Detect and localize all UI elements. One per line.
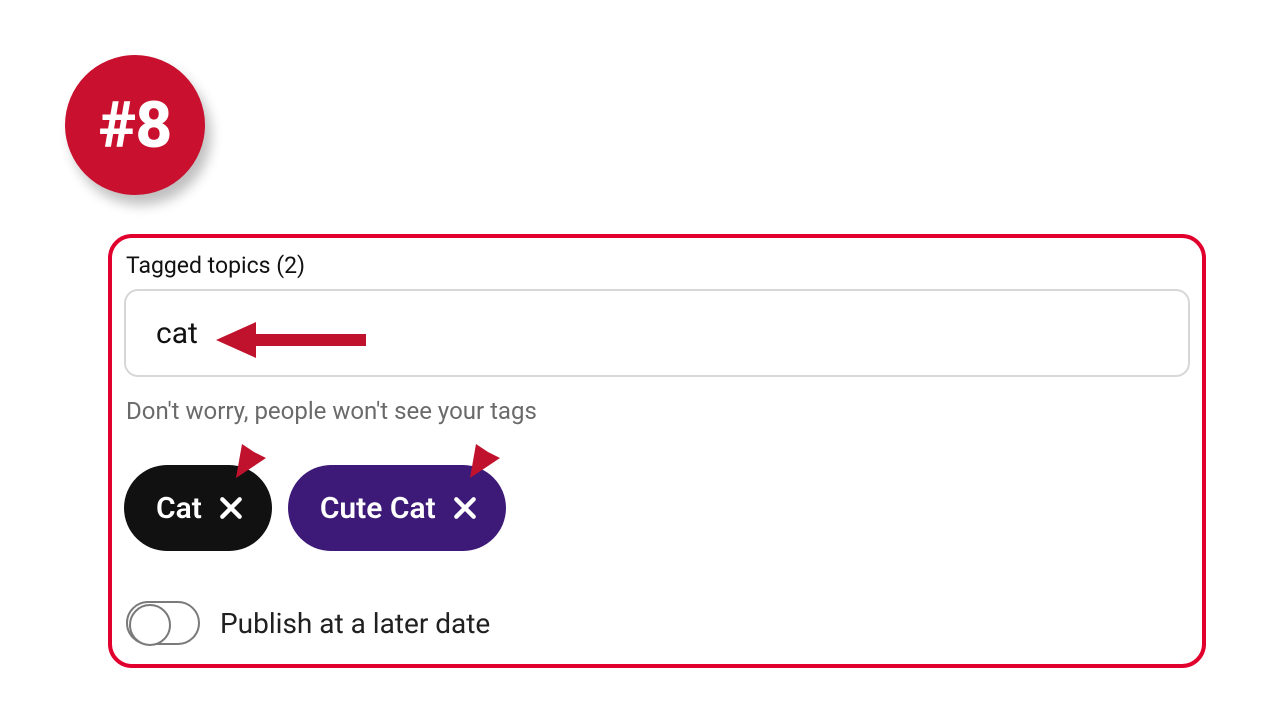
tag-chip-label: Cat xyxy=(156,491,202,526)
publish-later-row: Publish at a later date xyxy=(126,601,1190,645)
close-icon[interactable] xyxy=(452,495,478,521)
tagged-topics-callout: Tagged topics (2) Don't worry, people wo… xyxy=(108,234,1206,668)
step-badge: #8 xyxy=(65,55,205,195)
tagged-topics-hint: Don't worry, people won't see your tags xyxy=(126,397,1190,425)
tag-chip-cute-cat[interactable]: Cute Cat xyxy=(288,465,506,551)
step-badge-label: #8 xyxy=(99,88,171,163)
publish-later-label: Publish at a later date xyxy=(220,607,490,640)
publish-later-toggle[interactable] xyxy=(126,601,200,645)
tagged-topics-label: Tagged topics (2) xyxy=(126,252,1190,279)
topic-search-input[interactable] xyxy=(124,289,1190,377)
tag-chips-row: Cat Cute Cat xyxy=(124,465,1190,551)
tag-chip-cat[interactable]: Cat xyxy=(124,465,272,551)
tag-chip-label: Cute Cat xyxy=(320,491,436,526)
close-icon[interactable] xyxy=(218,495,244,521)
